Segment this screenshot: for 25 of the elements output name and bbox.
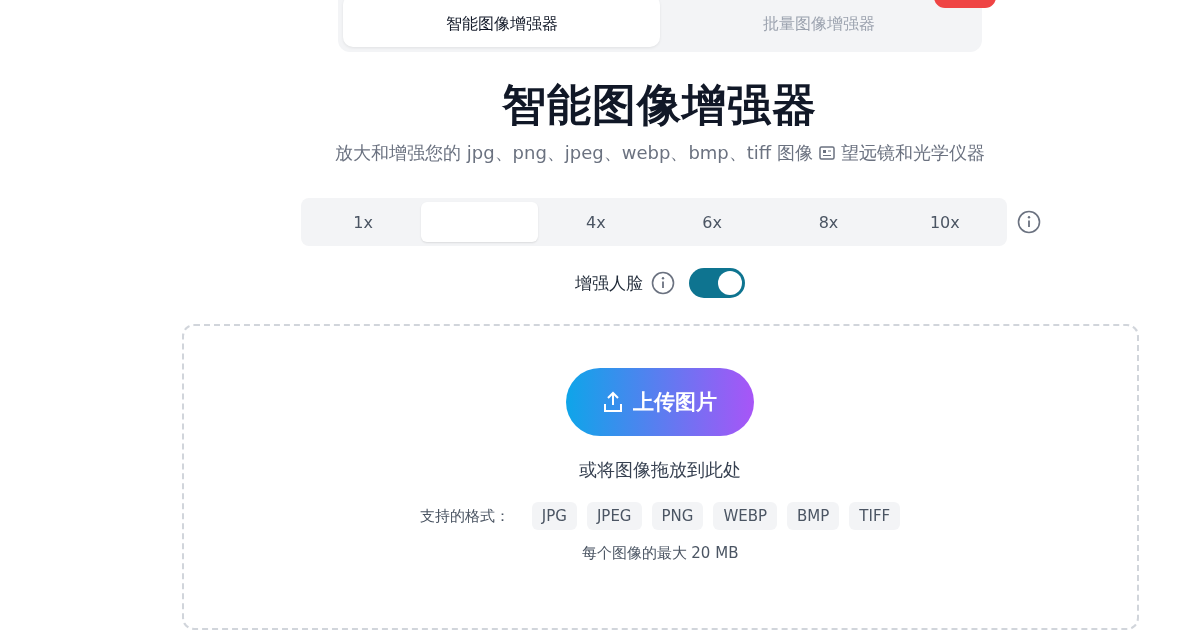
toggle-label: 增强人脸 bbox=[575, 271, 643, 295]
format-tag: WEBP bbox=[713, 502, 778, 530]
upload-icon bbox=[603, 391, 623, 413]
format-tag: JPEG bbox=[586, 502, 642, 530]
face-toggle[interactable] bbox=[689, 268, 745, 298]
scale-option[interactable]: 6x bbox=[654, 202, 771, 242]
format-tag: BMP bbox=[787, 502, 840, 530]
info-icon[interactable] bbox=[1017, 210, 1041, 234]
format-tag: JPG bbox=[531, 502, 577, 530]
info-icon[interactable] bbox=[651, 271, 675, 295]
subtitle: 放大和增强您的 jpg、png、jpeg、webp、bmp、tiff 图像 bbox=[335, 141, 813, 165]
mode-tab[interactable]: 智能图像增强器 bbox=[343, 0, 660, 47]
subtitle-link[interactable]: 望远镜和光学仪器 bbox=[841, 141, 985, 165]
format-tag: TIFF bbox=[849, 502, 901, 530]
format-tag: PNG bbox=[651, 502, 704, 530]
newspaper-icon bbox=[819, 146, 835, 160]
size-limit: 每个图像的最大 20 MB bbox=[581, 544, 739, 563]
scale-option[interactable]: 1x bbox=[305, 202, 422, 242]
scale-option[interactable]: 8x bbox=[770, 202, 887, 242]
upload-button[interactable]: 上传图片 bbox=[566, 368, 754, 436]
scale-option[interactable]: 4x bbox=[537, 202, 654, 242]
drop-hint: 或将图像拖放到此处 bbox=[579, 458, 741, 482]
scale-option[interactable]: 10x bbox=[886, 202, 1003, 242]
formats-label: 支持的格式： bbox=[419, 506, 510, 526]
page-title: 智能图像增强器 bbox=[502, 78, 818, 132]
